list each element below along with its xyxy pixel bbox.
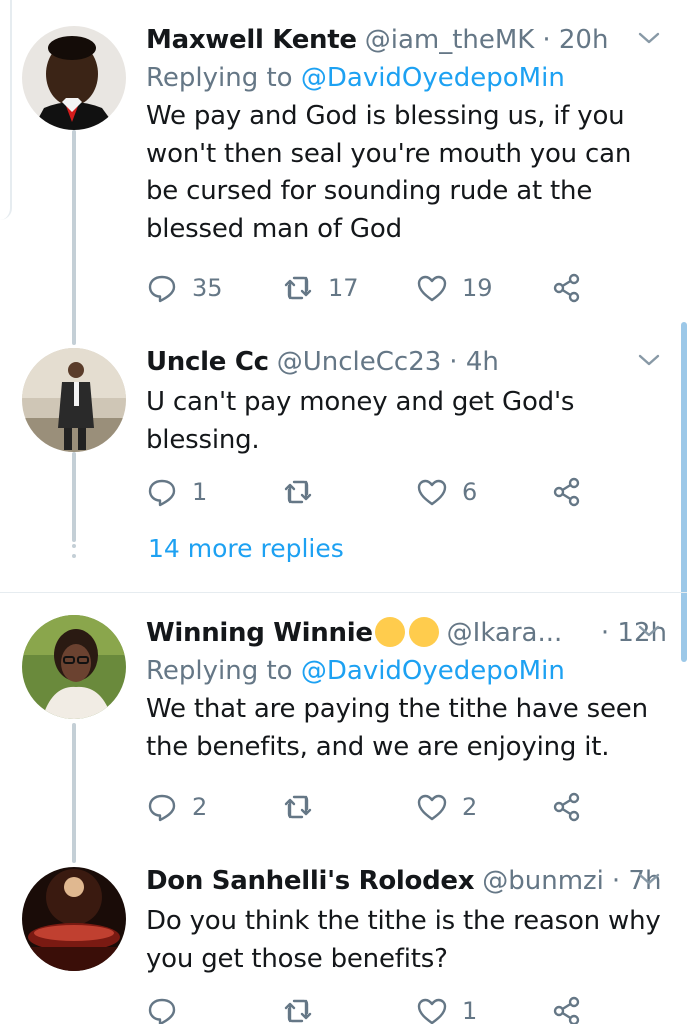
retweet-button[interactable] (282, 791, 314, 823)
tweet-actions: 1 6 (146, 472, 606, 512)
like-icon (417, 275, 447, 302)
avatar[interactable] (22, 348, 126, 452)
share-button[interactable] (552, 476, 584, 508)
mention-link[interactable]: @DavidOyedepoMin (301, 656, 565, 686)
replying-to: Replying to @DavidOyedepoMin (146, 653, 667, 689)
replying-label: Replying to (146, 656, 293, 686)
share-icon (553, 996, 580, 1024)
tweet-header: Winning Winnie @Ikara... · 12h (146, 613, 667, 653)
chevron-down-icon[interactable] (635, 865, 663, 893)
tweet-header: Don Sanhelli's Rolodex @bunmzi · 7h (146, 861, 667, 901)
reply-count: 2 (192, 793, 208, 821)
tweet-text: We that are paying the tithe have seen t… (146, 694, 648, 762)
like-count: 6 (462, 478, 478, 506)
tweet-maxwell-kente[interactable]: Maxwell Kente @iam_theMK · 20h Replying … (0, 0, 687, 345)
display-name[interactable]: Maxwell Kente (146, 20, 357, 60)
share-button[interactable] (552, 791, 584, 823)
thread-line (72, 130, 76, 345)
share-icon (553, 792, 580, 822)
display-name[interactable]: Don Sanhelli's Rolodex (146, 861, 475, 901)
avatar[interactable] (22, 867, 126, 971)
tweet-actions: 35 17 19 (146, 268, 606, 308)
like-button[interactable]: 2 (416, 791, 477, 823)
timestamp[interactable]: · 20h (542, 20, 608, 60)
thread-line (72, 452, 76, 542)
reply-icon (148, 794, 176, 822)
share-icon (553, 273, 580, 303)
thread-line (72, 723, 76, 863)
like-button[interactable]: 1 (416, 995, 477, 1024)
like-button[interactable]: 19 (416, 272, 493, 304)
like-button[interactable]: 6 (416, 476, 477, 508)
tweet-text: We pay and God is blessing us, if you wo… (146, 101, 632, 244)
handle[interactable]: @Ikara... (447, 613, 563, 653)
share-icon (553, 477, 580, 507)
replying-label: Replying to (146, 63, 293, 93)
share-button[interactable] (552, 272, 584, 304)
like-count: 2 (462, 793, 478, 821)
avatar[interactable] (22, 26, 126, 130)
tweet-actions: 2 2 (146, 787, 606, 827)
reply-button[interactable] (146, 995, 178, 1024)
tweet-header: Uncle Cc @UncleCc23 · 4h (146, 342, 667, 382)
retweet-icon (284, 795, 312, 819)
reply-button[interactable]: 1 (146, 476, 207, 508)
timestamp[interactable]: · 4h (449, 342, 499, 382)
tweet-don-sanhelli[interactable]: Don Sanhelli's Rolodex @bunmzi · 7h Do y… (0, 861, 687, 1024)
tweet-text: Do you think the tithe is the reason why… (146, 906, 661, 974)
like-icon (417, 479, 447, 506)
tweet-text: U can't pay money and get God's blessing… (146, 387, 575, 455)
retweet-button[interactable] (282, 995, 314, 1024)
chevron-down-icon[interactable] (635, 24, 663, 52)
replying-to: Replying to @DavidOyedepoMin (146, 60, 667, 96)
chevron-down-icon[interactable] (635, 617, 663, 645)
like-count: 1 (462, 997, 478, 1024)
retweet-button[interactable] (282, 476, 314, 508)
tweet-uncle-cc[interactable]: Uncle Cc @UncleCc23 · 4h U can't pay mon… (0, 322, 687, 592)
kiss-emoji-icon (408, 616, 439, 647)
reply-icon (148, 479, 176, 507)
reply-button[interactable]: 2 (146, 791, 207, 823)
like-icon (417, 998, 447, 1024)
mention-link[interactable]: @DavidOyedepoMin (301, 63, 565, 93)
tweet-header: Maxwell Kente @iam_theMK · 20h (146, 20, 667, 60)
display-name[interactable]: Uncle Cc (146, 342, 269, 382)
share-button[interactable] (552, 995, 584, 1024)
retweet-count: 17 (328, 274, 359, 302)
like-count: 19 (462, 274, 493, 302)
retweet-icon (284, 999, 312, 1023)
chevron-down-icon[interactable] (635, 346, 663, 374)
handle[interactable]: @iam_theMK (365, 20, 535, 60)
like-icon (417, 794, 447, 821)
tweet-winning-winnie[interactable]: Winning Winnie @Ikara... · 12h Replying … (0, 593, 687, 863)
display-name[interactable]: Winning Winnie (146, 613, 439, 653)
reply-count: 1 (192, 478, 208, 506)
avatar[interactable] (22, 615, 126, 719)
reply-icon (148, 998, 176, 1024)
kiss-emoji-icon (374, 616, 405, 647)
thread-dots (72, 534, 76, 564)
retweet-icon (284, 276, 312, 300)
tweet-actions: 1 (146, 991, 606, 1024)
more-replies-link[interactable]: 14 more replies (148, 534, 344, 563)
retweet-icon (284, 480, 312, 504)
handle[interactable]: @UncleCc23 (277, 342, 442, 382)
handle[interactable]: @bunmzi (482, 861, 604, 901)
reply-button[interactable]: 35 (146, 272, 223, 304)
retweet-button[interactable]: 17 (282, 272, 359, 304)
reply-icon (148, 275, 176, 303)
reply-count: 35 (192, 274, 223, 302)
